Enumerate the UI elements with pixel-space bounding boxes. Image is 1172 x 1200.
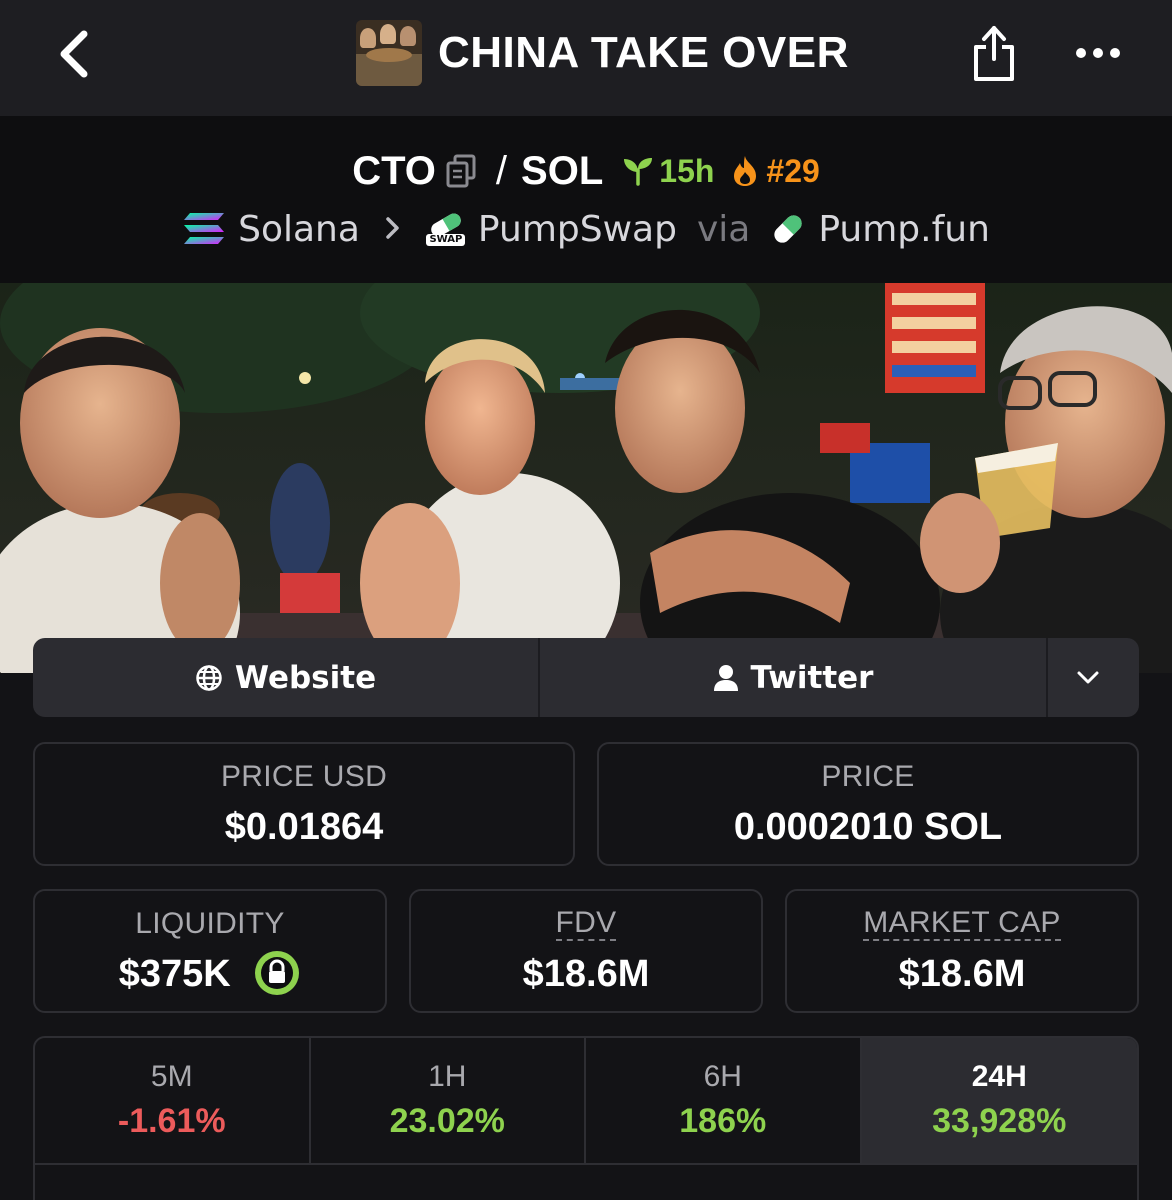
chevron-down-icon: [1077, 671, 1098, 683]
via-text: via: [696, 208, 751, 250]
chain-name: Solana: [238, 208, 360, 250]
liquidity-label: LIQUIDITY: [135, 907, 285, 940]
dex-link[interactable]: SWAP PumpSwap: [426, 209, 677, 250]
user-icon: [713, 664, 738, 691]
tab-24h-change: 33,928%: [932, 1102, 1067, 1140]
market-cap-label[interactable]: MARKET CAP: [863, 907, 1061, 941]
chain-breadcrumb: Solana SWAP PumpSwap via Pump.fun: [0, 206, 1172, 252]
price-usd-value: $0.01864: [224, 806, 384, 848]
pair-header: [0, 116, 1172, 283]
tab-5m-label: 5M: [150, 1060, 193, 1093]
fdv-card: FDV $18.6M: [409, 889, 763, 1013]
seedling-icon: [624, 158, 653, 186]
back-button[interactable]: [48, 22, 100, 86]
pill-icon: [774, 215, 802, 243]
tab-1h[interactable]: 1H 23.02%: [311, 1038, 586, 1163]
tab-5m[interactable]: 5M -1.61%: [35, 1038, 311, 1163]
share-button[interactable]: [966, 18, 1022, 88]
flame-icon: [734, 156, 757, 186]
solana-icon: [184, 213, 225, 244]
price-native-card: PRICE 0.0002010 SOL: [597, 742, 1139, 866]
trending-rank[interactable]: #29: [730, 152, 820, 190]
links-bar: Website Twitter: [33, 638, 1139, 717]
fdv-label[interactable]: FDV: [555, 907, 617, 941]
share-icon: [974, 26, 1014, 81]
liquidity-value-row: $375K: [35, 950, 385, 997]
twitter-label: Twitter: [750, 659, 874, 696]
title-group: CHINA TAKE OVER: [356, 18, 849, 88]
dex-badge-text: SWAP: [426, 234, 466, 246]
price-usd-card: PRICE USD $0.01864: [33, 742, 575, 866]
pair-age-value: 15h: [659, 152, 715, 189]
lock-icon[interactable]: [253, 949, 301, 997]
base-token-symbol: CTO: [352, 148, 436, 193]
price-native-value: 0.0002010 SOL: [733, 806, 1003, 848]
price-native-label: PRICE: [821, 760, 915, 793]
pair-separator: /: [495, 148, 508, 193]
quote-token-symbol: SOL: [521, 148, 604, 193]
tab-5m-change: -1.61%: [117, 1102, 226, 1140]
copy-icon[interactable]: [446, 154, 476, 188]
page-title: CHINA TAKE OVER: [438, 28, 849, 77]
chevron-right-icon: [384, 209, 402, 250]
market-cap-value: $18.6M: [898, 952, 1026, 995]
tab-24h[interactable]: 24H 33,928%: [861, 1038, 1137, 1163]
fdv-value: $18.6M: [522, 952, 650, 995]
tab-6h-label: 6H: [703, 1060, 742, 1093]
pair-age: 15h: [621, 153, 714, 190]
token-banner-image: [0, 283, 1172, 673]
launchpad-name: Pump.fun: [818, 208, 990, 250]
tab-24h-label: 24H: [971, 1060, 1027, 1093]
market-cap-card: MARKET CAP $18.6M: [785, 889, 1139, 1013]
launchpad-link[interactable]: Pump.fun: [770, 209, 990, 250]
globe-icon: [196, 664, 222, 691]
twitter-button[interactable]: Twitter: [540, 638, 1048, 717]
dex-name: PumpSwap: [477, 208, 677, 250]
tab-6h-change: 186%: [679, 1102, 767, 1140]
liquidity-value: $375K: [118, 953, 231, 995]
chain-link[interactable]: Solana: [182, 209, 360, 250]
more-horizontal-icon: [1076, 48, 1120, 58]
timeframe-tabs: 5M -1.61% 1H 23.02% 6H 186% 24H 33,928%: [35, 1038, 1137, 1165]
chevron-left-icon: [60, 30, 88, 78]
pumpswap-icon: SWAP: [426, 212, 466, 246]
website-button[interactable]: Website: [33, 638, 540, 717]
pair-row: CTO / SOL 15h #29: [0, 146, 1172, 196]
tab-6h[interactable]: 6H 186%: [586, 1038, 862, 1163]
top-nav-bar: CHINA TAKE OVER: [0, 0, 1172, 116]
price-usd-label: PRICE USD: [220, 760, 388, 793]
price-change-panel: 5M -1.61% 1H 23.02% 6H 186% 24H 33,928%: [33, 1036, 1139, 1200]
trending-rank-value: #29: [766, 152, 820, 189]
tab-1h-change: 23.02%: [389, 1102, 505, 1140]
expand-links-button[interactable]: [1048, 638, 1139, 717]
website-label: Website: [234, 659, 377, 696]
more-options-button[interactable]: [1070, 30, 1126, 76]
liquidity-card: LIQUIDITY $375K: [33, 889, 387, 1013]
tab-1h-label: 1H: [428, 1060, 467, 1093]
token-avatar: [356, 20, 422, 86]
